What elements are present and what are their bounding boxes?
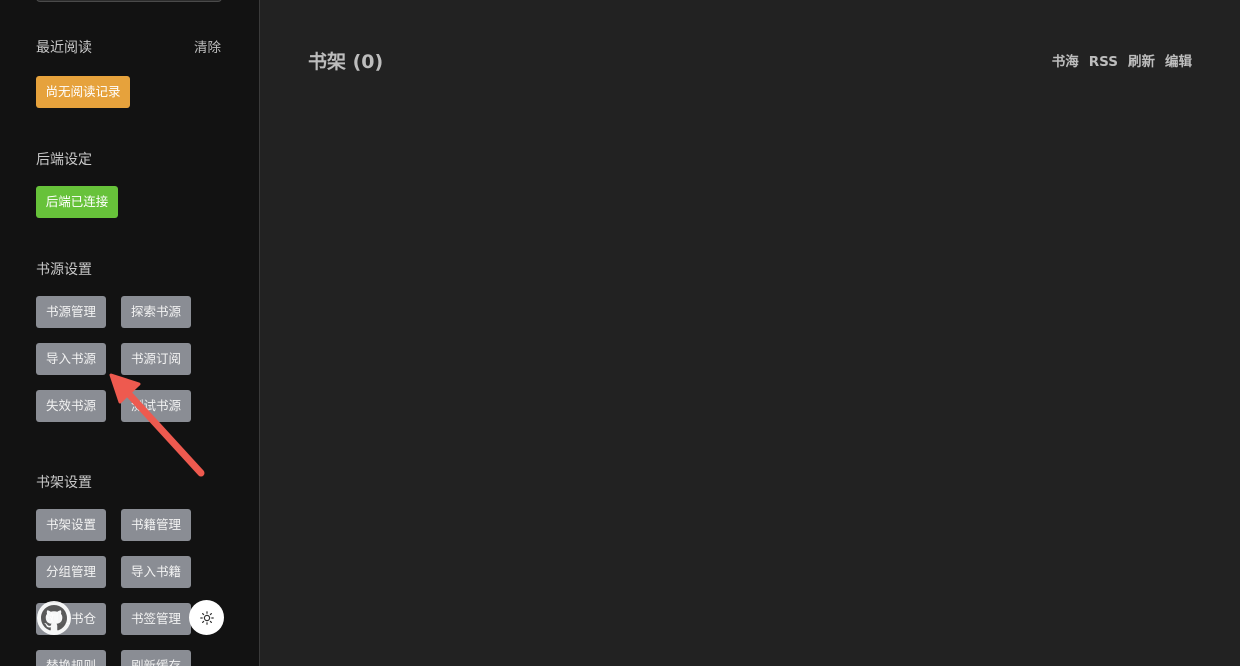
replace-rules-button[interactable]: 替换规则 bbox=[36, 650, 106, 666]
invalid-source-button[interactable]: 失效书源 bbox=[36, 390, 106, 422]
github-icon[interactable] bbox=[37, 601, 71, 635]
nav-rss[interactable]: RSS bbox=[1089, 53, 1118, 71]
shelf-settings-title: 书架设置 bbox=[36, 475, 92, 491]
clear-recent-link[interactable]: 清除 bbox=[194, 39, 221, 57]
top-nav: 书海 RSS 刷新 编辑 bbox=[1052, 53, 1192, 71]
app-window: 最近阅读 清除 尚无阅读记录 后端设定 后端已连接 书源设置 书源管理 探索书源… bbox=[0, 0, 1240, 666]
shelf-settings-button[interactable]: 书架设置 bbox=[36, 509, 106, 541]
import-books-button[interactable]: 导入书籍 bbox=[121, 556, 191, 588]
backend-connected-button[interactable]: 后端已连接 bbox=[36, 186, 118, 218]
source-manage-button[interactable]: 书源管理 bbox=[36, 296, 106, 328]
no-reading-record-button[interactable]: 尚无阅读记录 bbox=[36, 76, 130, 108]
main-content: 书架 (0) 书海 RSS 刷新 编辑 bbox=[260, 0, 1240, 666]
test-source-button[interactable]: 测试书源 bbox=[121, 390, 191, 422]
explore-source-button[interactable]: 探索书源 bbox=[121, 296, 191, 328]
sidebar: 最近阅读 清除 尚无阅读记录 后端设定 后端已连接 书源设置 书源管理 探索书源… bbox=[0, 0, 260, 666]
bookmark-manage-button[interactable]: 书签管理 bbox=[121, 603, 191, 635]
bookshelf-title: 书架 (0) bbox=[308, 51, 384, 73]
group-manage-button[interactable]: 分组管理 bbox=[36, 556, 106, 588]
source-subscribe-button[interactable]: 书源订阅 bbox=[121, 343, 191, 375]
import-source-button[interactable]: 导入书源 bbox=[36, 343, 106, 375]
sun-icon[interactable] bbox=[189, 600, 224, 635]
nav-edit[interactable]: 编辑 bbox=[1165, 53, 1192, 71]
refresh-cache-button[interactable]: 刷新缓存 bbox=[121, 650, 191, 666]
recent-reading-title: 最近阅读 bbox=[36, 40, 92, 56]
backend-settings-title: 后端设定 bbox=[36, 152, 92, 168]
source-settings-title: 书源设置 bbox=[36, 262, 92, 278]
book-manage-button[interactable]: 书籍管理 bbox=[121, 509, 191, 541]
search-input[interactable] bbox=[36, 0, 222, 2]
nav-refresh[interactable]: 刷新 bbox=[1128, 53, 1155, 71]
nav-book-sea[interactable]: 书海 bbox=[1052, 53, 1079, 71]
